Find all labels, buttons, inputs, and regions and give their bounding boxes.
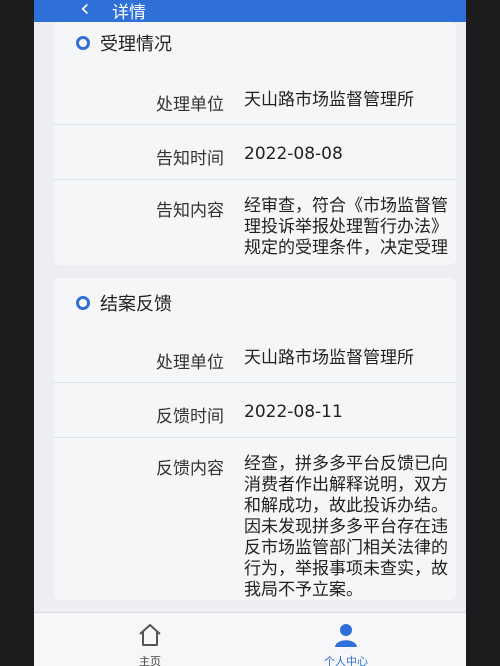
row-label: 反馈内容 [156,459,224,479]
nav-home-label: 主页 [139,655,161,666]
section-header: 结案反馈 [76,288,172,318]
nav-home[interactable]: 主页 [120,621,180,666]
info-row: 反馈内容 经查，拼多多平台反馈已向消费者作出解释说明，双方和解成功，故此投诉办结… [54,438,456,600]
row-value: 天山路市场监督管理所 [244,90,414,110]
section-title: 结案反馈 [100,294,172,315]
info-row: 反馈时间 2022-08-11 [54,383,456,438]
user-icon [335,624,357,647]
section-title: 受理情况 [100,34,172,55]
row-value: 经查，拼多多平台反馈已向消费者作出解释说明，双方和解成功，故此投诉办结。因未发现… [244,454,448,600]
closure-feedback-card: 结案反馈 处理单位 天山路市场监督管理所 反馈时间 2022-08-11 反馈内… [54,278,456,600]
row-label: 处理单位 [156,353,224,373]
row-value: 2022-08-11 [244,402,343,422]
nav-personal-center[interactable]: 个人中心 [316,621,376,666]
back-arrow-icon[interactable]: ‹ [80,0,90,22]
app-screen: ‹ 详情 受理情况 处理单位 天山路市场监督管理所 告知时间 2022-08-0… [34,0,466,666]
info-row: 告知时间 2022-08-08 [54,125,456,180]
row-value: 2022-08-08 [244,144,343,164]
row-value: 经审查，符合《市场监督管理投诉举报处理暂行办法》规定的受理条件，决定受理 [244,196,448,258]
home-icon [139,624,161,646]
header-bar: ‹ 详情 [34,0,466,23]
acceptance-card: 受理情况 处理单位 天山路市场监督管理所 告知时间 2022-08-08 告知内… [54,22,456,265]
nav-personal-center-label: 个人中心 [324,655,368,666]
bottom-nav: 主页 个人中心 [34,612,466,666]
info-row: 告知内容 经审查，符合《市场监督管理投诉举报处理暂行办法》规定的受理条件，决定受… [54,180,456,265]
page-title: 详情 [112,3,146,23]
row-label: 告知内容 [156,201,224,221]
info-row: 处理单位 天山路市场监督管理所 [54,330,456,383]
row-label: 反馈时间 [156,407,224,427]
row-label: 告知时间 [156,149,224,169]
info-row: 处理单位 天山路市场监督管理所 [54,72,456,125]
row-label: 处理单位 [156,95,224,115]
section-header: 受理情况 [76,28,172,58]
section-dot-icon [76,36,90,50]
row-value: 天山路市场监督管理所 [244,348,414,368]
section-dot-icon [76,296,90,310]
